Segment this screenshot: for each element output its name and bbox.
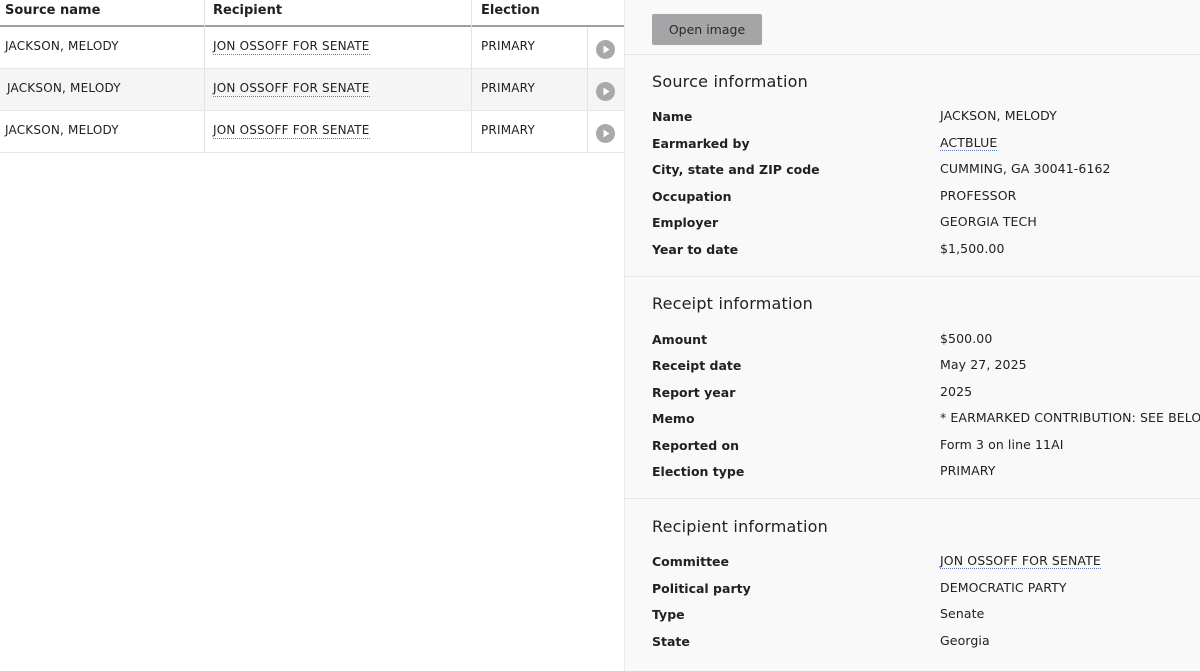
election-type-value: PRIMARY [940, 463, 996, 478]
memo-value: * EARMARKED CONTRIBUTION: SEE BELOW [940, 410, 1200, 425]
play-circle-icon[interactable] [596, 82, 615, 101]
cell-election: PRIMARY [481, 81, 535, 95]
column-header-recipient[interactable]: Recipient [213, 3, 282, 18]
report-year-label: Report year [652, 385, 736, 400]
table-header: Source name Recipient Election [0, 0, 624, 27]
column-divider [471, 0, 472, 27]
results-table: Source name Recipient Election JACKSON, … [0, 0, 624, 671]
section-divider [625, 54, 1200, 55]
column-divider [204, 111, 205, 152]
occupation-value: PROFESSOR [940, 188, 1017, 203]
cell-election: PRIMARY [481, 39, 535, 53]
column-divider [471, 69, 472, 110]
cell-source-name: JACKSON, MELODY [5, 39, 119, 53]
table-row[interactable]: JACKSON, MELODY JON OSSOFF FOR SENATE PR… [0, 111, 624, 153]
reported-on-value: Form 3 on line 11AI [940, 437, 1064, 452]
cell-recipient-link[interactable]: JON OSSOFF FOR SENATE [213, 123, 370, 139]
column-divider [587, 27, 588, 68]
city-state-zip-value: CUMMING, GA 30041-6162 [940, 161, 1111, 176]
employer-value: GEORGIA TECH [940, 214, 1037, 229]
table-row[interactable]: JACKSON, MELODY JON OSSOFF FOR SENATE PR… [0, 69, 624, 111]
cell-election: PRIMARY [481, 123, 535, 137]
receipt-date-label: Receipt date [652, 358, 742, 373]
column-divider [587, 69, 588, 110]
column-divider [587, 111, 588, 152]
earmarked-by-link[interactable]: ACTBLUE [940, 135, 998, 151]
memo-label: Memo [652, 411, 695, 426]
column-divider [204, 0, 205, 27]
detail-panel: Open image Source information Name JACKS… [624, 0, 1200, 671]
cell-recipient-link[interactable]: JON OSSOFF FOR SENATE [213, 39, 370, 55]
year-to-date-value: $1,500.00 [940, 241, 1005, 256]
receipt-information-title: Receipt information [652, 294, 813, 313]
column-header-source-name[interactable]: Source name [5, 3, 100, 18]
cell-source-name: JACKSON, MELODY [5, 123, 119, 137]
receipt-date-value: May 27, 2025 [940, 357, 1027, 372]
city-state-zip-label: City, state and ZIP code [652, 162, 820, 177]
committee-label: Committee [652, 554, 730, 569]
type-label: Type [652, 607, 685, 622]
play-circle-icon[interactable] [596, 40, 615, 59]
column-divider [471, 27, 472, 68]
source-name-value: JACKSON, MELODY [940, 108, 1057, 123]
source-information-title: Source information [652, 72, 808, 91]
source-name-label: Name [652, 109, 693, 124]
recipient-information-title: Recipient information [652, 517, 828, 536]
earmarked-by-label: Earmarked by [652, 136, 750, 151]
amount-value: $500.00 [940, 331, 993, 346]
reported-on-label: Reported on [652, 438, 740, 453]
state-value: Georgia [940, 633, 990, 648]
year-to-date-label: Year to date [652, 242, 739, 257]
amount-label: Amount [652, 332, 708, 347]
open-image-button[interactable]: Open image [652, 14, 762, 45]
column-header-election[interactable]: Election [481, 3, 540, 18]
political-party-label: Political party [652, 581, 751, 596]
occupation-label: Occupation [652, 189, 732, 204]
column-divider [204, 69, 205, 110]
column-divider [471, 111, 472, 152]
section-divider [625, 276, 1200, 277]
political-party-value: DEMOCRATIC PARTY [940, 580, 1067, 595]
committee-link[interactable]: JON OSSOFF FOR SENATE [940, 553, 1101, 569]
report-year-value: 2025 [940, 384, 973, 399]
cell-recipient-link[interactable]: JON OSSOFF FOR SENATE [213, 81, 370, 97]
type-value: Senate [940, 606, 985, 621]
cell-source-name: JACKSON, MELODY [7, 81, 121, 95]
section-divider [625, 498, 1200, 499]
play-circle-icon[interactable] [596, 124, 615, 143]
employer-label: Employer [652, 215, 719, 230]
election-type-label: Election type [652, 464, 745, 479]
column-divider [204, 27, 205, 68]
table-row[interactable]: JACKSON, MELODY JON OSSOFF FOR SENATE PR… [0, 27, 624, 69]
state-label: State [652, 634, 690, 649]
